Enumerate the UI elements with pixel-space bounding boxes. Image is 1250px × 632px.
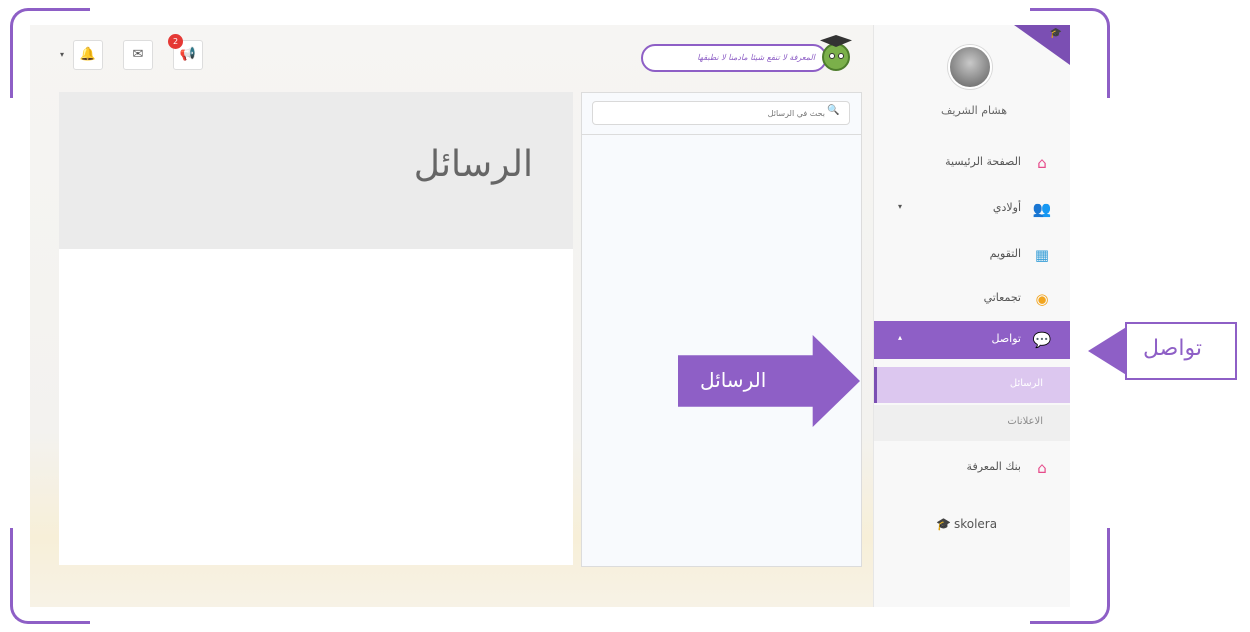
chevron-down-icon[interactable]: ▾ (60, 50, 64, 59)
skolera-logo: 🎓 skolera (936, 517, 997, 531)
callout-label: الرسائل (700, 368, 767, 392)
page-title: الرسائل (413, 144, 533, 185)
search-bar: 🔍 (582, 93, 861, 135)
envelope-icon: ✉ (132, 47, 144, 62)
sidebar-item-label: بنك المعرفة (966, 460, 1021, 473)
groups-icon: ◉ (1035, 290, 1049, 308)
sidebar-item-label: التقويم (989, 247, 1021, 260)
bell-icon: 🔔 (79, 47, 97, 62)
notifications-button[interactable]: 🔔 (73, 40, 103, 70)
home-icon: ⌂ (1037, 154, 1047, 172)
notification-badge: 2 (168, 34, 183, 49)
callout-communication: تواصل (1125, 322, 1237, 380)
app-window: 🎓 هشام الشريف ⌂ الصفحة الرئيسية ▾ 👥 أولا… (30, 25, 1070, 607)
avatar[interactable] (948, 45, 992, 89)
sidebar: 🎓 هشام الشريف ⌂ الصفحة الرئيسية ▾ 👥 أولا… (873, 25, 1070, 607)
callout-label: تواصل (1143, 336, 1202, 361)
chat-bubble-icon: 💬 (1032, 331, 1052, 349)
brand-name: skolera (953, 517, 998, 531)
conversation-list: 🔍 (581, 92, 862, 567)
knowledge-bank-icon: ⌂ (1037, 459, 1047, 477)
tip-banner: المعرفة لا تنفع شيئا مادمنا لا نطبقها (641, 44, 827, 72)
calendar-icon: ▦ (1034, 246, 1050, 264)
sidebar-subitem-label: الرسائل (1009, 378, 1043, 389)
sidebar-item-label: تجمعاتي (983, 291, 1021, 304)
chevron-up-icon: ▴ (898, 333, 903, 342)
sidebar-subitem-announcements[interactable]: الاعلانات (874, 405, 1070, 441)
username: هشام الشريف (940, 104, 1007, 117)
sidebar-item-label: تواصل (991, 332, 1021, 345)
announcements-button[interactable]: 2 📢 (168, 34, 203, 70)
sidebar-item-knowledge-bank[interactable]: ⌂ بنك المعرفة (874, 449, 1070, 487)
mascot-icon (818, 33, 854, 73)
sidebar-subitem-label: الاعلانات (1007, 416, 1043, 427)
chevron-down-icon: ▾ (898, 202, 903, 211)
search-icon: 🔍 (827, 105, 840, 116)
message-panel-header: الرسائل (59, 92, 573, 249)
graduation-cap-icon: 🎓 (1049, 28, 1062, 39)
graduation-cap-icon: 🎓 (936, 517, 951, 531)
sidebar-subitem-messages[interactable]: الرسائل (874, 367, 1070, 403)
sidebar-item-label: الصفحة الرئيسية (945, 155, 1021, 168)
mail-button[interactable]: ✉ (123, 40, 153, 70)
search-input[interactable] (592, 101, 850, 125)
callout-arrow-left (1088, 326, 1128, 376)
children-icon: 👥 (1032, 200, 1052, 218)
message-panel: الرسائل (59, 92, 573, 565)
sidebar-corner: 🎓 (1014, 25, 1070, 65)
sidebar-item-label: أولادي (992, 201, 1021, 214)
sidebar-item-groups[interactable]: ◉ تجمعاتي (874, 280, 1070, 318)
sidebar-item-home[interactable]: ⌂ الصفحة الرئيسية (874, 144, 1070, 182)
screenshot-frame: 🎓 هشام الشريف ⌂ الصفحة الرئيسية ▾ 👥 أولا… (0, 0, 1250, 632)
sidebar-item-children[interactable]: ▾ 👥 أولادي (874, 190, 1070, 228)
sidebar-item-calendar[interactable]: ▦ التقويم (874, 236, 1070, 274)
megaphone-icon: 📢 (179, 47, 197, 62)
sidebar-item-communication[interactable]: ▴ 💬 تواصل (874, 321, 1070, 359)
